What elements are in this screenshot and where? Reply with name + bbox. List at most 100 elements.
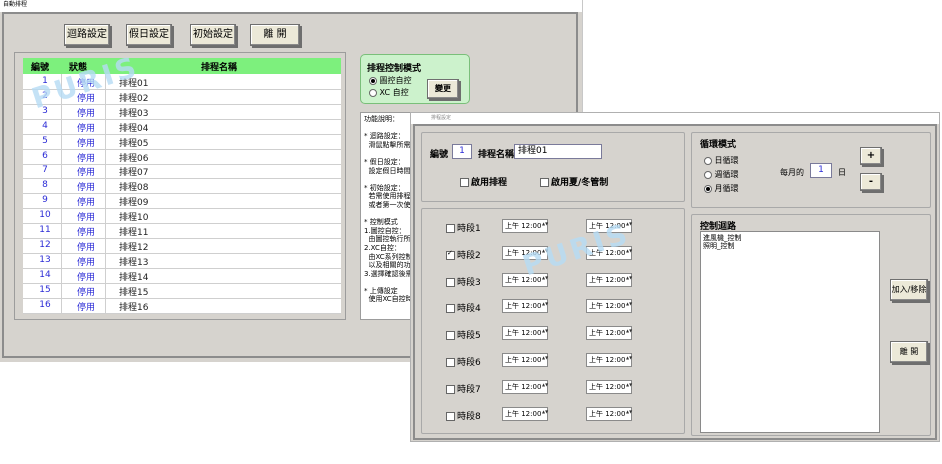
segment-end-time[interactable]: 上午 12:00 ▲▼ xyxy=(586,406,632,421)
table-row[interactable]: 9 停用 排程09 xyxy=(23,193,341,210)
segment-checkbox[interactable]: 時段7 xyxy=(446,382,481,395)
table-row[interactable]: 10 停用 排程10 xyxy=(23,208,341,225)
segment-start-time[interactable]: 上午 12:00 ▲▼ xyxy=(502,219,548,233)
checkbox-icon[interactable] xyxy=(446,358,455,367)
row-name: 排程09 xyxy=(119,198,149,209)
segment-checkbox[interactable]: 時段3 xyxy=(446,275,481,288)
radio-selected-icon[interactable] xyxy=(369,76,377,85)
segment-end-time[interactable]: 上午 12:00 ▲▼ xyxy=(586,353,632,367)
checkbox-icon[interactable] xyxy=(446,224,455,233)
table-row[interactable]: 14 停用 排程14 xyxy=(23,268,341,284)
segment-end-time[interactable]: 上午 12:00 ▲▼ xyxy=(586,379,632,394)
table-row[interactable]: 6 停用 排程06 xyxy=(23,149,341,165)
circuit-settings-button[interactable]: 迴路設定 xyxy=(64,24,110,46)
cycle-weekly-label: 週循環 xyxy=(714,170,739,179)
control-mode-box: 排程控制模式 圖控自控 XC 自控 變更 xyxy=(360,54,470,104)
row-status: 停用 xyxy=(77,168,96,179)
circuit-item[interactable]: 照明_控制 xyxy=(703,242,877,250)
row-status: 停用 xyxy=(77,138,96,149)
table-row[interactable]: 8 停用 排程08 xyxy=(23,178,341,195)
row-status: 停用 xyxy=(77,272,96,283)
segment-end-time[interactable]: 上午 12:00 ▲▼ xyxy=(586,272,632,287)
dst-checkbox[interactable]: 啟用夏/冬管制 xyxy=(540,175,608,188)
segment-checkbox[interactable]: 時段8 xyxy=(446,409,481,422)
time-value: 上午 12:00 xyxy=(589,275,626,284)
radio-selected-icon[interactable] xyxy=(704,184,712,193)
table-row[interactable]: 13 停用 排程13 xyxy=(23,253,341,269)
checkbox-icon[interactable] xyxy=(446,384,455,394)
spinner-icon[interactable]: ▲▼ xyxy=(542,301,548,311)
initial-settings-button[interactable]: 初始設定 xyxy=(190,24,236,46)
checkbox-icon[interactable] xyxy=(540,178,549,187)
decrement-button[interactable]: - xyxy=(860,173,882,191)
schedule-edit-window: 排程設定 編號 1 排程名稱 排程01 啟用排程 啟用夏/冬管制 時段1 上午 1… xyxy=(410,112,940,442)
row-status: 停用 xyxy=(77,108,96,119)
circuit-item[interactable]: 進風機_控制 xyxy=(703,234,877,242)
schedule-number-field[interactable]: 1 xyxy=(452,144,472,159)
cycle-daily-option[interactable]: 日循環 xyxy=(704,155,739,166)
table-row[interactable]: 12 停用 排程12 xyxy=(23,238,341,254)
row-num: 11 xyxy=(39,225,51,235)
add-remove-button[interactable]: 加入/移除 xyxy=(890,279,928,301)
segment-checkbox[interactable]: 時段5 xyxy=(446,328,481,341)
segment-start-time[interactable]: 上午 12:00 ▲▼ xyxy=(502,326,548,341)
radio-icon[interactable] xyxy=(704,156,712,165)
control-circuits-group: 控制迴路 進風機_控制 照明_控制 加入/移除 離 開 xyxy=(691,214,931,436)
segment-checkbox[interactable]: 時段1 xyxy=(446,221,481,234)
table-row[interactable]: 16 停用 排程16 xyxy=(23,298,341,314)
holiday-settings-button[interactable]: 假日設定 xyxy=(126,24,172,46)
increment-button[interactable]: + xyxy=(860,147,882,165)
spinner-icon[interactable]: ▲▼ xyxy=(626,328,632,338)
segment-start-time[interactable]: 上午 12:00 ▲▼ xyxy=(502,353,548,367)
segment-start-time[interactable]: 上午 12:00 ▲▼ xyxy=(502,379,548,394)
segment-checkbox[interactable]: 時段4 xyxy=(446,301,481,314)
schedule-name-field[interactable]: 排程01 xyxy=(514,144,602,159)
spinner-icon[interactable]: ▲▼ xyxy=(626,355,632,365)
checkbox-icon[interactable] xyxy=(446,331,455,341)
exit-button[interactable]: 離 開 xyxy=(890,341,928,363)
segment-checkbox[interactable]: 時段6 xyxy=(446,355,481,368)
circuit-listbox[interactable]: 進風機_控制 照明_控制 xyxy=(700,231,880,433)
spinner-icon[interactable]: ▲▼ xyxy=(626,409,632,419)
segment-start-time[interactable]: 上午 12:00 ▲▼ xyxy=(502,299,548,314)
spinner-icon[interactable]: ▲▼ xyxy=(626,382,632,392)
table-row[interactable]: 5 停用 排程05 xyxy=(23,134,341,150)
mode-option-xc[interactable]: XC 自控 xyxy=(369,87,409,98)
spinner-icon[interactable]: ▲▼ xyxy=(542,328,548,338)
spinner-icon[interactable]: ▲▼ xyxy=(542,409,548,419)
checkbox-icon[interactable] xyxy=(446,304,455,314)
spinner-icon[interactable]: ▲▼ xyxy=(542,221,548,231)
spinner-icon[interactable]: ▲▼ xyxy=(626,301,632,311)
table-row[interactable]: 7 停用 排程07 xyxy=(23,163,341,180)
table-row[interactable]: 4 停用 排程04 xyxy=(23,119,341,135)
row-name: 排程04 xyxy=(119,123,149,134)
spinner-icon[interactable]: ▲▼ xyxy=(542,382,548,392)
mode-option-graphic-label: 圖控自控 xyxy=(379,76,412,85)
segment-end-time[interactable]: 上午 12:00 ▲▼ xyxy=(586,299,632,314)
row-status: 停用 xyxy=(77,287,96,298)
change-mode-button[interactable]: 變更 xyxy=(427,79,459,99)
checkbox-icon[interactable] xyxy=(460,178,469,187)
segment-end-time[interactable]: 上午 12:00 ▲▼ xyxy=(586,326,632,341)
radio-icon[interactable] xyxy=(369,88,377,97)
mode-option-graphic[interactable]: 圖控自控 xyxy=(369,75,412,86)
enable-schedule-checkbox[interactable]: 啟用排程 xyxy=(460,175,507,188)
spinner-icon[interactable]: ▲▼ xyxy=(542,355,548,365)
cycle-weekly-option[interactable]: 週循環 xyxy=(704,169,739,180)
checkbox-icon[interactable] xyxy=(446,249,455,260)
radio-icon[interactable] xyxy=(704,170,712,179)
checkbox-icon[interactable] xyxy=(446,277,455,287)
table-row[interactable]: 3 停用 排程03 xyxy=(23,104,341,120)
segment-start-time[interactable]: 上午 12:00 ▲▼ xyxy=(502,406,548,421)
row-name: 排程05 xyxy=(119,138,149,149)
spinner-icon[interactable]: ▲▼ xyxy=(626,275,632,285)
cycle-monthly-option[interactable]: 月循環 xyxy=(704,183,739,194)
checkbox-icon[interactable] xyxy=(446,411,455,421)
segment-checkbox[interactable]: 時段2 xyxy=(446,248,481,261)
segment-label: 時段7 xyxy=(457,384,481,395)
table-row[interactable]: 11 停用 排程11 xyxy=(23,223,341,239)
table-row[interactable]: 15 停用 排程15 xyxy=(23,283,341,299)
month-day-field[interactable]: 1 xyxy=(810,163,832,178)
exit-button[interactable]: 離 開 xyxy=(250,24,300,46)
row-name: 排程06 xyxy=(119,153,149,164)
